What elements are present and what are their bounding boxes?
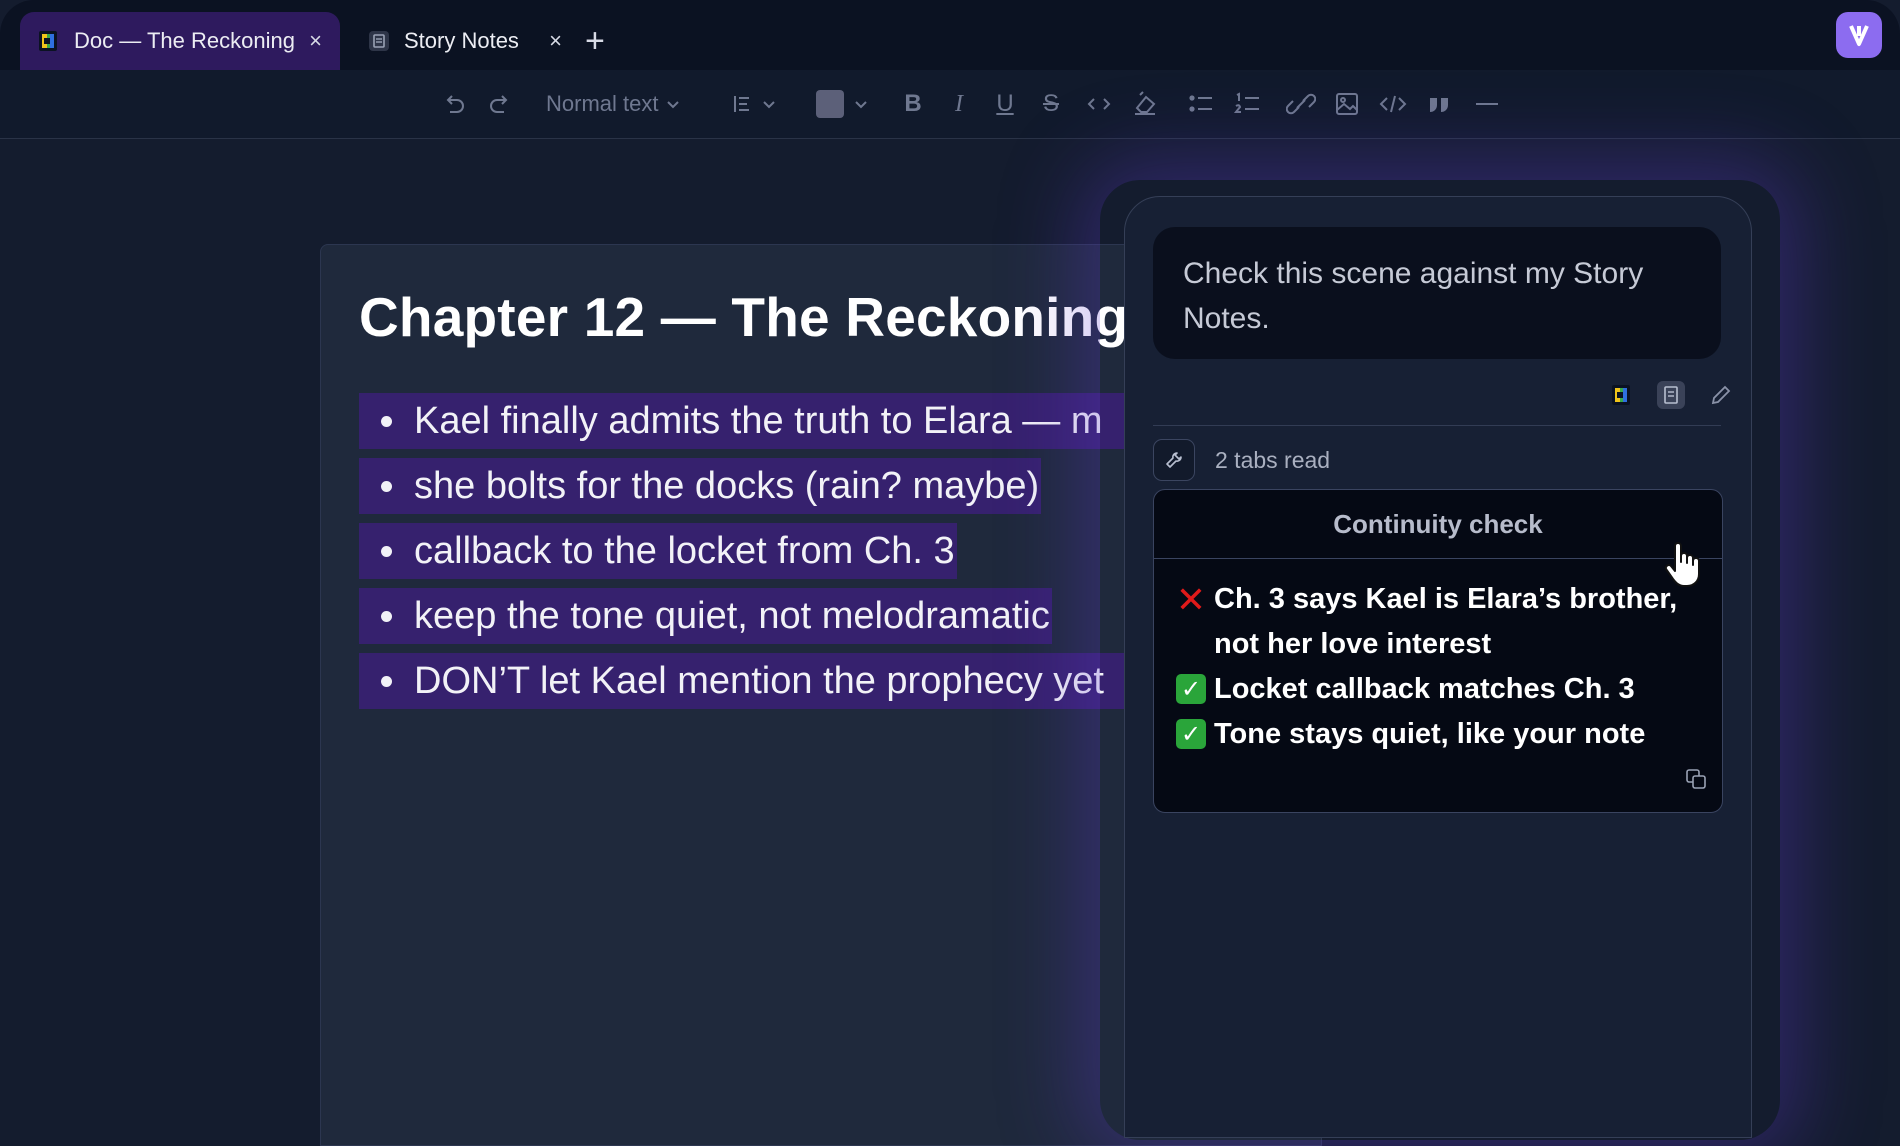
list-item[interactable]: DON’T let Kael mention the prophecy yet — [359, 653, 1169, 709]
edit-pencil-icon[interactable] — [1707, 381, 1735, 409]
copy-icon[interactable] — [1684, 767, 1708, 796]
bold-icon: B — [904, 90, 922, 117]
editor-toolbar: Normal text B I U S — [0, 70, 1900, 139]
text-style-label: Normal text — [546, 91, 659, 116]
list-item-text: she bolts for the docks (rain? maybe) — [414, 464, 1040, 507]
result-item-text: Locket callback matches Ch. 3 — [1214, 673, 1635, 705]
link-button[interactable] — [1284, 70, 1318, 138]
result-body: ✕ Ch. 3 says Kael is Elara’s brother, no… — [1154, 559, 1722, 757]
tab-story-notes[interactable]: Story Notes × — [350, 12, 580, 70]
hand-pointer-icon — [1663, 542, 1703, 593]
wrench-icon[interactable] — [1153, 439, 1195, 481]
bullet-icon — [381, 415, 392, 427]
assistant-panel: Check this scene against my Story Notes. — [1124, 196, 1752, 1138]
bullet-icon — [381, 675, 392, 687]
continuity-check-card: Continuity check ✕ Ch. 3 says Kael is El… — [1153, 489, 1723, 813]
result-item-pass: ✓ Locket callback matches Ch. 3 — [1176, 667, 1700, 712]
result-item-text: Ch. 3 says Kael is Elara’s brother, not … — [1214, 583, 1678, 660]
close-tab-icon[interactable]: × — [549, 28, 562, 54]
horizontal-rule-icon — [1476, 103, 1498, 105]
brand-logo-icon[interactable] — [1836, 12, 1882, 58]
line-spacing-icon — [734, 96, 749, 112]
italic-icon: I — [955, 90, 963, 117]
bullet-list-icon — [1189, 95, 1212, 112]
eraser-icon — [1135, 91, 1156, 115]
text-color-dropdown[interactable] — [814, 70, 872, 138]
strikethrough-icon: S — [1042, 90, 1059, 117]
list-item[interactable]: callback to the locket from Ch. 3 — [359, 523, 957, 579]
redo-icon[interactable] — [484, 70, 516, 138]
list-item[interactable]: Kael finally admits the truth to Elara —… — [359, 393, 1169, 449]
color-swatch — [816, 90, 844, 118]
doc-color-icon[interactable] — [1607, 381, 1635, 409]
list-item-text: callback to the locket from Ch. 3 — [414, 529, 955, 572]
prompt-context-icons — [1585, 377, 1735, 413]
quote-icon — [1429, 98, 1448, 112]
image-button[interactable] — [1330, 70, 1364, 138]
image-icon — [1336, 93, 1358, 115]
document-title[interactable]: Chapter 12 — The Reckoning — [359, 285, 1128, 349]
user-prompt-bubble: Check this scene against my Story Notes. — [1153, 227, 1721, 359]
bullet-icon — [381, 610, 392, 622]
chevron-down-icon — [855, 101, 867, 109]
tab-doc-the-reckoning[interactable]: Doc — The Reckoning × — [20, 12, 340, 70]
list-item[interactable]: she bolts for the docks (rain? maybe) — [359, 458, 1042, 514]
tab-title: Doc — The Reckoning — [74, 28, 295, 53]
tool-status-label: 2 tabs read — [1215, 446, 1331, 473]
numbered-list-button[interactable] — [1230, 70, 1264, 138]
result-item-pass: ✓ Tone stays quiet, like your note — [1176, 712, 1700, 757]
new-tab-button[interactable]: + — [585, 22, 605, 60]
code-block-button[interactable] — [1376, 70, 1410, 138]
doc-color-icon — [38, 29, 58, 53]
notes-page-icon — [368, 29, 389, 53]
underline-button[interactable]: U — [990, 70, 1020, 138]
divider — [1153, 425, 1721, 426]
italic-button[interactable]: I — [944, 70, 974, 138]
check-mark-icon: ✓ — [1176, 674, 1206, 704]
cross-mark-icon: ✕ — [1175, 578, 1207, 620]
check-mark-icon: ✓ — [1176, 719, 1206, 749]
link-icon — [1286, 93, 1316, 115]
text-style-dropdown[interactable]: Normal text — [546, 70, 696, 138]
code-icon — [1379, 95, 1407, 113]
notes-page-icon[interactable] — [1657, 381, 1685, 409]
horizontal-rule-button[interactable] — [1470, 70, 1504, 138]
tab-title: Story Notes — [404, 28, 519, 53]
bold-button[interactable]: B — [898, 70, 928, 138]
clear-format-button[interactable] — [1128, 70, 1162, 138]
close-tab-icon[interactable]: × — [309, 28, 322, 54]
result-item-fail: ✕ Ch. 3 says Kael is Elara’s brother, no… — [1176, 577, 1700, 667]
result-header: Continuity check — [1154, 490, 1722, 559]
bullet-list-button[interactable] — [1184, 70, 1218, 138]
list-item[interactable]: keep the tone quiet, not melodramatic — [359, 588, 1052, 644]
tab-bar: Doc — The Reckoning × Story Notes × + — [0, 0, 1900, 70]
list-item-text: keep the tone quiet, not melodramatic — [414, 594, 1050, 637]
inline-code-button[interactable] — [1082, 70, 1116, 138]
result-item-text: Tone stays quiet, like your note — [1214, 718, 1646, 750]
underline-icon: U — [996, 90, 1014, 117]
blockquote-button[interactable] — [1422, 70, 1456, 138]
numbered-list-icon — [1233, 92, 1259, 113]
bullet-icon — [381, 480, 392, 492]
inline-code-icon — [1087, 98, 1111, 110]
strikethrough-button[interactable]: S — [1036, 70, 1066, 138]
chevron-down-icon — [667, 101, 680, 109]
list-item-text: DON’T let Kael mention the prophecy yet — [414, 659, 1104, 702]
chevron-down-icon — [763, 101, 775, 109]
list-item-text: Kael finally admits the truth to Elara —… — [414, 399, 1103, 442]
bullet-icon — [381, 545, 392, 557]
line-spacing-dropdown[interactable] — [726, 70, 782, 138]
undo-icon[interactable] — [438, 70, 470, 138]
tool-status[interactable]: 2 tabs read — [1153, 439, 1330, 481]
